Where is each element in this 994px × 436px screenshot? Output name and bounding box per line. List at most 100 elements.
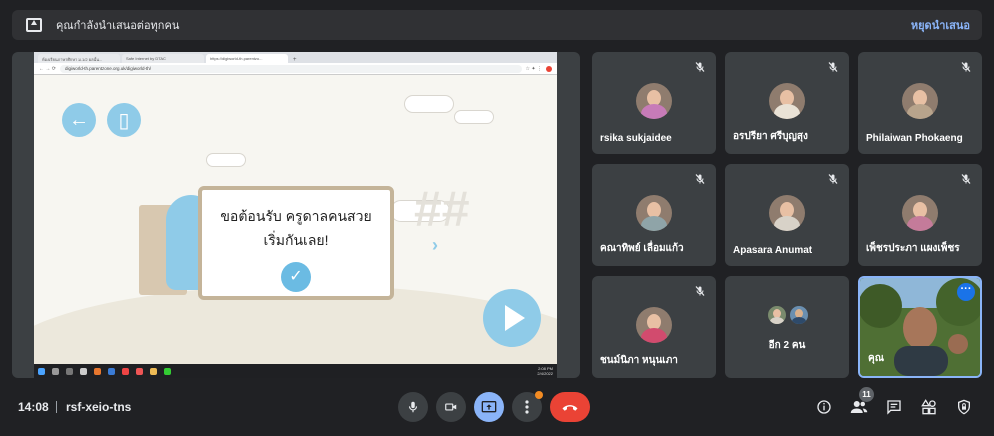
present-screen-icon [481,400,497,413]
welcome-text: ขอต้อนรับ ครูดาลคนสวย [220,208,372,224]
participant-name: rsika sukjaidee [600,133,672,144]
more-participants-tile[interactable]: อีก 2 คน [725,276,849,378]
edge-icon [108,367,115,375]
info-icon [817,400,831,414]
divider [56,401,57,413]
participant-tile[interactable]: rsika sukjaidee [592,52,716,154]
firefox-icon [94,367,101,375]
meeting-clock: 14:08 [18,400,49,414]
participant-name: Apasara Anumat [733,245,813,256]
mic-off-icon [695,286,705,296]
browser-extension-icons: ☆ ✦ ⋮ [525,65,542,72]
present-now-button[interactable] [474,392,504,422]
browser-tab-active: https://digiworld-th.parentzo... [206,54,288,63]
more-participants-label: อีก 2 คน [768,340,806,351]
game-scene: ## ← ▯ › ขอต้อนรับ ครูดาลคนสวย เริ่มกันเ… [34,75,557,364]
avatar [902,195,938,231]
presentation-stage: ห้องเรียนภาษาศึกษา ม.1/2 ผลนั้น... Safe … [12,52,580,378]
participant-name: คุณ [868,353,884,364]
taskbar-clock: 2:08 PM 2/4/2022 [537,366,553,376]
camera-icon [445,403,457,411]
chat-button[interactable] [885,398,903,416]
cloud-decoration [404,95,454,113]
meeting-details-button[interactable] [815,398,833,416]
browser-nav-icons: ← → ⟳ [39,65,56,72]
browser-tab: Safe Internet by DTAC [122,54,204,63]
folder-icon [150,367,157,375]
mic-off-icon [828,62,838,72]
line-app-icon [164,367,171,375]
camera-button[interactable] [436,392,466,422]
participant-name: อรปรียา ศรีบุญสุง [733,131,808,142]
more-avatars [766,304,810,326]
participant-tile[interactable]: ชนม์นิภา หนุนเภา [592,276,716,378]
avatar [766,304,788,326]
browser-url-bar: digiworld-th.parentzone.org.uk/digiworld… [59,64,522,73]
new-tab-icon: + [293,57,297,63]
meeting-code: rsf-xeio-tns [66,400,132,414]
check-icon: ✓ [281,262,311,292]
file-explorer-icon [80,367,87,375]
chat-icon [887,400,901,415]
avatar [636,83,672,119]
cloud-decoration [206,153,246,167]
mic-off-icon [695,62,705,72]
avatar [769,83,805,119]
windows-start-icon [38,367,45,375]
participant-tile[interactable]: เพ็ชรประภา แผงเพ็ชร [858,164,982,266]
mic-off-icon [828,174,838,184]
avatar [902,83,938,119]
participant-tile[interactable]: คณาทิพย์ เลื่อมแก้ว [592,164,716,266]
leave-call-button[interactable] [550,392,590,422]
mic-icon [408,401,418,413]
play-button [483,289,541,347]
participant-tile[interactable]: Apasara Anumat [725,164,849,266]
meet-window: คุณกำลังนำเสนอต่อทุกคน หยุดนำเสนอ ห้องเร… [0,0,994,436]
avatar [636,307,672,343]
participant-name: Philaiwan Phokaeng [866,133,963,144]
mic-off-icon [695,174,705,184]
browser-address-row: ← → ⟳ digiworld-th.parentzone.org.uk/dig… [34,63,557,75]
participant-count-badge: 11 [859,387,874,402]
office-icon [136,367,143,375]
more-options-button[interactable]: ··· [957,283,975,301]
avatar [788,304,810,326]
more-options-menu-button[interactable] [512,391,543,422]
browser-profile-icon [546,65,552,72]
presenting-banner: คุณกำลังนำเสนอต่อทุกคน หยุดนำเสนอ [12,10,982,40]
task-view-icon [66,367,73,375]
stop-presenting-button[interactable]: หยุดนำเสนอ [911,16,970,34]
search-icon [52,367,59,375]
chrome-icon [122,367,129,375]
shared-screen: ห้องเรียนภาษาศึกษา ม.1/2 ผลนั้น... Safe … [34,52,557,378]
participant-name: เพ็ชรประภา แผงเพ็ชร [866,243,960,254]
microphone-button[interactable] [398,392,428,422]
participant-tile[interactable]: Philaiwan Phokaeng [858,52,982,154]
activities-button[interactable] [920,398,938,416]
hang-up-icon [562,405,578,411]
participant-name: คณาทิพย์ เลื่อมแก้ว [600,243,684,254]
cloud-decoration [454,110,494,124]
welcome-dialog: ขอต้อนรับ ครูดาลคนสวย เริ่มกันเลย! ✓ [198,186,394,300]
participant-name: ชนม์นิภา หนุนเภา [600,355,678,366]
notification-dot [535,391,543,399]
self-video-tile[interactable]: ··· คุณ [858,276,982,378]
mic-off-icon [961,174,971,184]
shield-lock-icon [958,399,970,415]
chevron-right-icon: › [432,235,438,255]
more-vert-icon [525,400,529,414]
avatar [769,195,805,231]
back-arrow-button: ← [62,103,96,137]
host-controls-button[interactable] [955,398,973,416]
avatar [636,195,672,231]
start-text: เริ่มกันเลย! [263,232,329,248]
hash-decoration: ## [414,181,470,237]
mic-off-icon [961,62,971,72]
play-icon [505,305,525,331]
browser-tab-strip: ห้องเรียนภาษาศึกษา ม.1/2 ผลนั้น... Safe … [34,52,557,63]
activities-icon [921,399,936,415]
windows-taskbar: 2:08 PM 2/4/2022 [34,364,557,378]
present-screen-icon [26,18,42,32]
participant-tile[interactable]: อรปรียา ศรีบุญสุง [725,52,849,154]
browser-tab: ห้องเรียนภาษาศึกษา ม.1/2 ผลนั้น... [38,54,120,63]
